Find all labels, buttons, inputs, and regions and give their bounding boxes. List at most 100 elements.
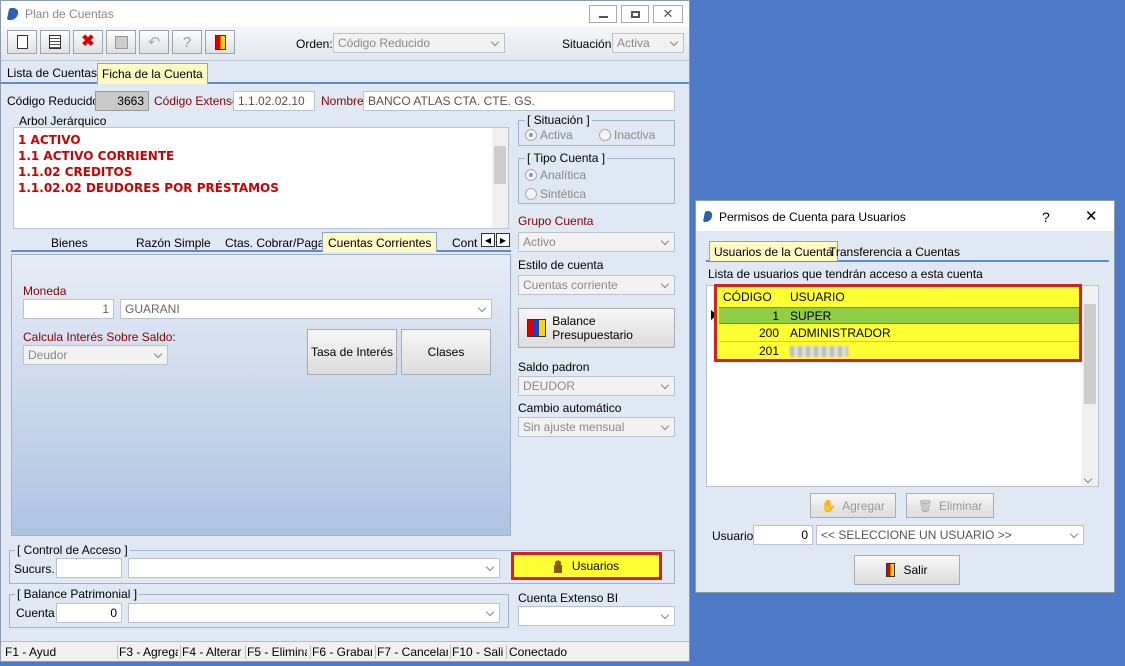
balance-presupuestario-button[interactable]: Balance Presupuestario (518, 308, 675, 348)
scroll-down-icon[interactable] (1083, 474, 1093, 484)
table-row[interactable]: 200 ADMINISTRADOR (719, 325, 1079, 342)
radio-sintetica[interactable]: Sintética (525, 187, 586, 201)
user-icon (553, 559, 562, 573)
delete-button[interactable]: ✖ (73, 30, 103, 54)
tree-item[interactable]: 1.1.02 CREDITOS (18, 165, 132, 179)
minimize-icon (598, 16, 608, 18)
close-button[interactable]: ✕ (653, 5, 683, 23)
copy-document-icon (49, 35, 61, 49)
trash-icon: 🗑 (917, 498, 933, 513)
nombre-label: Nombre (321, 94, 364, 108)
close-icon: ✕ (662, 6, 674, 21)
lista-usuarios-label: Lista de usuarios que tendrán acceso a e… (708, 267, 983, 281)
help-button[interactable]: ? (172, 30, 202, 54)
table-scrollbar[interactable] (1082, 286, 1098, 486)
subtab-bar: Bienes Razón Simple Ctas. Cobrar/Pagar C… (11, 232, 511, 252)
cuenta-extenso-bi-select[interactable] (518, 606, 675, 626)
dialog-title-bar[interactable]: Permisos de Cuenta para Usuarios ? ✕ (696, 201, 1114, 231)
subtab-ctas-cobrar-pagar[interactable]: Ctas. Cobrar/Pagar (225, 236, 328, 250)
scroll-thumb[interactable] (1084, 304, 1096, 404)
dialog-logo-icon (702, 211, 714, 222)
cambio-automatico-label: Cambio automático (518, 401, 622, 415)
usuario-code-field[interactable]: 0 (753, 525, 813, 545)
main-title: Plan de Cuentas (25, 7, 114, 21)
minimize-button[interactable] (589, 5, 617, 23)
subtab-razon-simple[interactable]: Razón Simple (136, 236, 211, 250)
radio-icon (525, 188, 537, 200)
subtab-cont[interactable]: Cont (452, 236, 477, 250)
cambio-automatico-select[interactable]: Sin ajuste mensual (518, 417, 675, 437)
moneda-code-field[interactable]: 1 (23, 299, 114, 319)
radio-activa[interactable]: Activa (525, 128, 573, 142)
radio-inactiva[interactable]: Inactiva (599, 128, 655, 142)
maximize-button[interactable] (621, 5, 649, 23)
orden-label: Orden: (296, 37, 333, 51)
toolbar: ✖ ↶ ? Orden: Código Reducido Situación: … (1, 27, 689, 61)
cuenta-label: Cuenta (16, 606, 55, 620)
tab-lista-de-cuentas[interactable]: Lista de Cuentas (7, 66, 97, 80)
status-f4: F4 - Alterar (180, 645, 244, 659)
dialog-close-button[interactable]: ✕ (1085, 207, 1098, 225)
codigo-reducido-field[interactable]: 3663 (95, 91, 149, 111)
tab-transferencia-a-cuentas[interactable]: Transferencia a Cuentas (829, 245, 960, 259)
scroll-thumb[interactable] (494, 146, 506, 184)
main-title-bar[interactable]: Plan de Cuentas ✕ (1, 1, 689, 27)
new-button[interactable] (7, 30, 37, 54)
help-icon: ? (182, 33, 192, 51)
exit-button[interactable] (205, 30, 235, 54)
codigo-extenso-field[interactable]: 1.1.02.02.10 (233, 91, 315, 111)
usuario-select[interactable]: << SELECCIONE UN USUARIO >> (816, 525, 1084, 545)
sucursal-select[interactable] (128, 558, 500, 578)
usuarios-button[interactable]: Usuarios (511, 552, 662, 580)
undo-icon: ↶ (147, 34, 161, 51)
radio-icon (525, 169, 537, 181)
calcula-interes-select[interactable]: Deudor (23, 345, 168, 365)
situacion-select[interactable]: Activa (612, 33, 684, 53)
cuenta-code-field[interactable]: 0 (56, 603, 122, 623)
balance-patrimonial-title: [ Balance Patrimonial ] (15, 587, 140, 601)
subtab-bienes[interactable]: Bienes (51, 236, 88, 250)
cuenta-extenso-bi-label: Cuenta Extenso BI (518, 591, 619, 605)
tasa-de-interes-button[interactable]: Tasa de Interés (307, 329, 397, 375)
saldo-padron-select[interactable]: DEUDOR (518, 376, 675, 396)
table-row[interactable]: 1 SUPER (719, 307, 1079, 324)
usuario-label: Usuario (712, 529, 754, 543)
control-acceso-title: [ Control de Acceso ] (15, 543, 130, 557)
dialog-help-button[interactable]: ? (1042, 209, 1050, 225)
subtab-scroll-right[interactable]: ▶ (496, 233, 510, 247)
tab-usuarios-de-la-cuenta[interactable]: Usuarios de la Cuenta (709, 241, 838, 261)
grupo-cuenta-select[interactable]: Activo (518, 232, 675, 252)
tab-ficha-de-la-cuenta[interactable]: Ficha de la Cuenta (97, 63, 208, 84)
subtab-scroll-left[interactable]: ◀ (481, 233, 495, 247)
salir-button[interactable]: Salir (854, 555, 960, 585)
tree-item[interactable]: 1.1 ACTIVO CORRIENTE (18, 149, 174, 163)
sucursal-code-field[interactable] (56, 558, 122, 578)
status-f5: F5 - Elimina (245, 645, 307, 659)
arbol-tree[interactable]: 1 ACTIVO 1.1 ACTIVO CORRIENTE 1.1.02 CRE… (13, 127, 509, 229)
nombre-field[interactable]: BANCO ATLAS CTA. CTE. GS. (363, 91, 675, 111)
status-f6: F6 - Grabar (310, 645, 372, 659)
table-row[interactable]: 201 (719, 343, 1079, 360)
main-window: Plan de Cuentas ✕ ✖ ↶ ? Orden: Código Re… (0, 0, 690, 662)
tree-item[interactable]: 1.1.02.02 DEUDORES POR PRÉSTAMOS (18, 181, 279, 195)
thumbs-up-icon: ✋ (821, 498, 837, 513)
agregar-button: ✋ Agregar (810, 493, 896, 518)
col-header-usuario: USUARIO (790, 290, 845, 304)
copy-button[interactable] (40, 30, 70, 54)
sucursal-label: Sucurs. (14, 562, 55, 576)
tree-item[interactable]: 1 ACTIVO (18, 133, 81, 147)
estilo-cuenta-select[interactable]: Cuentas corriente (518, 275, 675, 295)
save-button (106, 30, 136, 54)
clases-button[interactable]: Clases (401, 329, 491, 375)
tree-scrollbar[interactable] (492, 128, 508, 228)
cuenta-select[interactable] (128, 603, 500, 623)
moneda-select[interactable]: GUARANI (120, 299, 492, 319)
triangle-right-icon: ▶ (499, 235, 507, 245)
status-f10: F10 - Salir (450, 645, 504, 659)
radio-analitica[interactable]: Analítica (525, 168, 586, 182)
subtab-cuentas-corrientes[interactable]: Cuentas Corrientes (322, 232, 438, 252)
grupo-cuenta-label: Grupo Cuenta (518, 214, 594, 228)
orden-select[interactable]: Código Reducido (333, 33, 505, 53)
status-f1: F1 - Ayud (5, 645, 57, 659)
radio-icon (525, 129, 537, 141)
